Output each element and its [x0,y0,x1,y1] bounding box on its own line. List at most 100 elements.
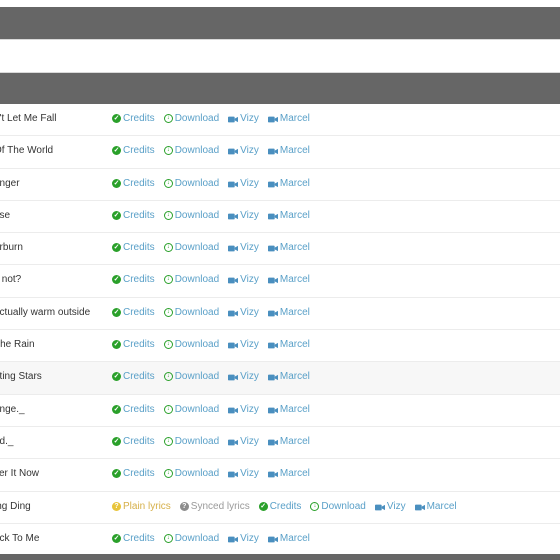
download-link[interactable]: ↓ Download [163,274,219,285]
download-link[interactable]: ↓ Download [163,404,219,415]
synced-link[interactable]: ? Synced lyrics [179,501,250,512]
vizy-link[interactable]: Vizy [228,371,259,382]
marcel-link[interactable]: Marcel [267,468,310,479]
check-circle-icon: ✓ [112,533,121,543]
video-camera-icon [228,438,239,446]
vizy-link[interactable]: Vizy [228,533,259,544]
video-camera-icon [267,535,278,543]
row-actions: ✓ Credits ↓ Download Vizy Marcel [112,468,310,479]
download-link[interactable]: ↓ Download [163,533,219,544]
vizy-link[interactable]: Vizy [228,145,259,156]
credits-link[interactable]: ✓ Credits [112,145,155,156]
marcel-link[interactable]: Marcel [267,404,310,415]
credits-link[interactable]: ✓ Credits [112,436,155,447]
download-link[interactable]: ↓ Download [163,145,219,156]
download-link[interactable]: ↓ Download [163,468,219,479]
track-title[interactable]: n't Let Me Fall [0,113,57,124]
track-title[interactable]: ed._ [0,436,13,447]
row-actions: ✓ Credits ↓ Download Vizy Marcel [112,533,310,544]
marcel-link[interactable]: Marcel [267,274,310,285]
marcel-link[interactable]: Marcel [267,145,310,156]
row-actions: ✓ Credits ↓ Download Vizy Marcel [112,371,310,382]
video-camera-icon [267,406,278,414]
credits-link[interactable]: ✓ Credits [112,404,155,415]
track-title[interactable]: y not? [0,274,21,285]
vizy-link[interactable]: Vizy [228,339,259,350]
download-link[interactable]: ↓ Download [163,339,219,350]
marcel-link[interactable]: Marcel [267,242,310,253]
plain-link[interactable]: ? Plain lyrics [112,501,171,512]
check-circle-icon: ✓ [112,436,121,446]
download-link[interactable]: ↓ Download [163,371,219,382]
download-circle-icon: ↓ [163,469,173,479]
marcel-label: Marcel [279,209,310,221]
track-title[interactable]: ing Ding [0,501,31,512]
credits-link[interactable]: ✓ Credits [112,339,155,350]
marcel-link[interactable]: Marcel [267,371,310,382]
track-title[interactable]: oting Stars [0,371,42,382]
marcel-label: Marcel [279,339,310,351]
vizy-link[interactable]: Vizy [228,274,259,285]
credits-link[interactable]: ✓ Credits [112,210,155,221]
marcel-link[interactable]: Marcel [267,339,310,351]
track-title[interactable]: ange._ [0,404,25,415]
download-link[interactable]: ↓ Download [163,209,220,221]
marcel-link[interactable]: Marcel [267,113,310,124]
vizy-link[interactable]: Vizy [228,242,259,253]
video-camera-icon [228,406,239,414]
credits-link[interactable]: ✓ Credits [112,242,155,253]
credits-link[interactable]: ✓ Credits [258,501,301,512]
vizy-link[interactable]: Vizy [228,113,259,124]
track-title[interactable]: ver It Now [0,468,39,479]
track-title[interactable]: actually warm outside [0,307,90,318]
download-link[interactable]: ↓ Download [163,436,219,447]
track-title[interactable]: onger [0,178,20,189]
marcel-link[interactable]: Marcel [267,209,310,221]
video-camera-icon [228,341,239,349]
download-label: Download [174,209,220,221]
download-link[interactable]: ↓ Download [163,178,219,189]
download-link[interactable]: ↓ Download [163,307,219,318]
download-circle-icon: ↓ [163,243,173,253]
marcel-link[interactable]: Marcel [267,533,310,544]
vizy-link[interactable]: Vizy [228,468,259,479]
vizy-label: Vizy [240,435,259,447]
credits-link[interactable]: ✓ Credits [112,307,155,318]
download-circle-icon: ↓ [163,533,173,543]
vizy-link[interactable]: Vizy [228,436,259,447]
track-title[interactable]: erburn [0,242,23,253]
video-camera-icon [228,276,239,284]
download-link[interactable]: ↓ Download [163,242,219,253]
track-title[interactable]: Of The World [0,145,53,156]
marcel-link[interactable]: Marcel [267,178,310,189]
marcel-link[interactable]: Marcel [267,436,310,447]
credits-link[interactable]: ✓ Credits [112,371,155,382]
credits-link[interactable]: ✓ Credits [112,178,155,189]
track-title[interactable]: pse [0,210,10,221]
vizy-label: Vizy [240,177,259,189]
vizy-link[interactable]: Vizy [228,210,259,221]
credits-link[interactable]: ✓ Credits [112,533,155,544]
table-row: n't Let Me Fall ✓ Credits ↓ Download Vizy Marc… [0,104,560,137]
download-link[interactable]: ↓ Download [310,501,366,512]
table-header-bar [0,73,560,104]
video-camera-icon [267,438,278,446]
vizy-link[interactable]: Vizy [374,501,406,512]
vizy-link[interactable]: Vizy [228,404,259,415]
credits-label: Credits [123,242,155,254]
marcel-link[interactable]: Marcel [414,501,457,512]
credits-link[interactable]: ✓ Credits [112,113,155,124]
download-circle-icon: ↓ [163,340,173,350]
credits-link[interactable]: ✓ Credits [112,274,155,285]
video-camera-icon [267,470,278,478]
track-title[interactable]: The Rain [0,339,35,350]
marcel-link[interactable]: Marcel [267,307,310,318]
video-camera-icon [267,212,278,220]
credits-label: Credits [123,113,155,124]
table-row: oting Stars ✓Credits ↓Download Vizy Marcel [0,362,560,395]
credits-link[interactable]: ✓ Credits [112,468,155,479]
track-title[interactable]: ack To Me [0,533,39,544]
vizy-link[interactable]: Vizy [228,307,259,318]
download-link[interactable]: ↓ Download [163,113,219,124]
vizy-link[interactable]: Vizy [228,178,259,189]
